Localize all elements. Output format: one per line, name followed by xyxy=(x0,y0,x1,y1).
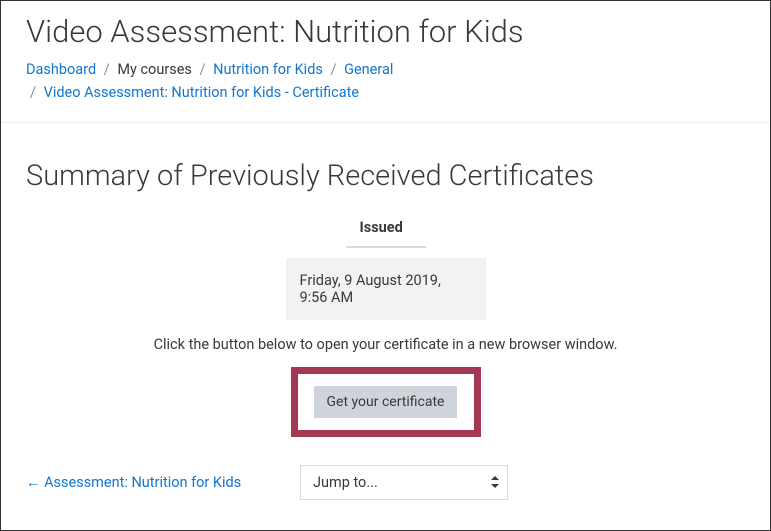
breadcrumb-sep: / xyxy=(30,84,36,101)
section-title: Summary of Previously Received Certifica… xyxy=(26,159,745,193)
breadcrumb-general[interactable]: General xyxy=(344,61,393,78)
highlight-box: Get your certificate xyxy=(291,367,481,437)
breadcrumb-sep: / xyxy=(200,61,206,78)
prev-activity-link[interactable]: ← Assessment: Nutrition for Kids xyxy=(26,474,276,491)
breadcrumb: Dashboard / My courses / Nutrition for K… xyxy=(26,58,745,104)
get-certificate-button[interactable]: Get your certificate xyxy=(314,386,458,418)
breadcrumb-sep: / xyxy=(104,61,110,78)
breadcrumb-sep: / xyxy=(330,61,336,78)
breadcrumb-dashboard[interactable]: Dashboard xyxy=(26,61,96,78)
breadcrumb-course[interactable]: Nutrition for Kids xyxy=(213,61,323,78)
table-cell-issued-date: Friday, 9 August 2019, 9:56 AM xyxy=(286,258,486,320)
certificates-table: Issued Friday, 9 August 2019, 9:56 AM xyxy=(286,211,486,320)
breadcrumb-mycourses: My courses xyxy=(117,61,192,78)
breadcrumb-current[interactable]: Video Assessment: Nutrition for Kids - C… xyxy=(44,84,359,101)
jump-to-select[interactable]: Jump to... xyxy=(300,465,508,500)
footer-nav: ← Assessment: Nutrition for Kids Jump to… xyxy=(26,465,745,500)
jump-to-label: Jump to... xyxy=(313,474,378,491)
page-title: Video Assessment: Nutrition for Kids xyxy=(26,13,745,50)
instruction-text: Click the button below to open your cert… xyxy=(26,336,745,353)
chevron-updown-icon xyxy=(491,476,499,490)
table-header-issued: Issued xyxy=(346,211,426,248)
